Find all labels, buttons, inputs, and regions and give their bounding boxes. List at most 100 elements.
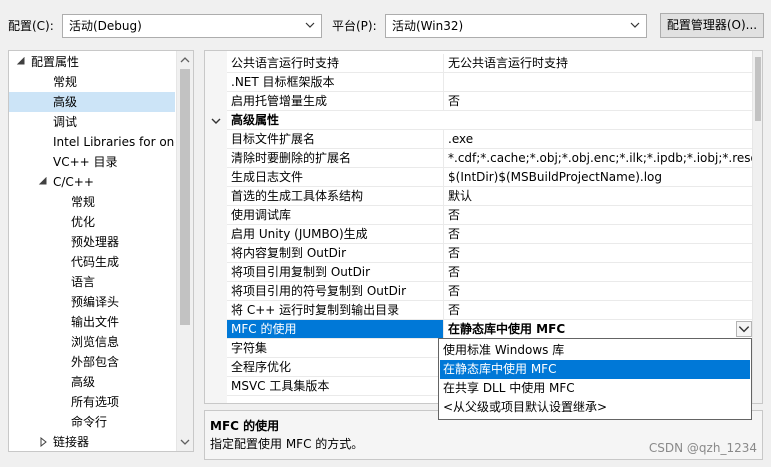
config-manager-button[interactable]: 配置管理器(O)... — [660, 13, 764, 38]
expanded-triangle-icon[interactable] — [38, 177, 48, 187]
property-name: 将项目引用复制到 OutDir — [227, 263, 443, 282]
tree-item-label: 链接器 — [53, 435, 90, 449]
property-row[interactable]: 将项目引用复制到 OutDir 否 — [205, 263, 754, 282]
tree-item[interactable]: 常规 — [9, 192, 175, 212]
platform-combobox[interactable]: 活动(Win32) — [385, 14, 647, 38]
property-name: 使用调试库 — [227, 206, 443, 225]
property-value-text: 否 — [448, 208, 461, 222]
tree-item-label: 预处理器 — [71, 235, 120, 249]
tree-item[interactable]: C/C++ — [9, 172, 175, 192]
property-row[interactable]: .NET 目标框架版本 — [205, 73, 754, 92]
tree-item[interactable]: 调试 — [9, 112, 175, 132]
property-value[interactable]: 否 — [443, 206, 754, 225]
property-page-tree[interactable]: 配置属性 常规 高级 调试 Intel Libraries for one VC++ 目录… — [8, 50, 194, 452]
collapsed-triangle-icon[interactable] — [38, 437, 48, 447]
tree-item[interactable]: 命令行 — [9, 412, 175, 432]
tree-item[interactable]: 链接器 — [9, 432, 175, 451]
tree-item[interactable]: Intel Libraries for one — [9, 132, 175, 152]
property-value[interactable]: 否 — [443, 263, 754, 282]
property-row[interactable]: 将内容复制到 OutDir 否 — [205, 244, 754, 263]
dropdown-option[interactable]: <从父级或项目默认设置继承> — [440, 398, 750, 417]
property-value[interactable]: 无公共语言运行时支持 — [443, 54, 754, 73]
tree-item[interactable]: 优化 — [9, 212, 175, 232]
grid-scrollbar[interactable] — [752, 51, 762, 403]
property-row[interactable]: 使用调试库否 — [205, 206, 754, 225]
scroll-down-icon[interactable] — [180, 437, 190, 447]
property-value[interactable]: 否 — [443, 225, 754, 244]
property-value[interactable]: 否 — [443, 92, 754, 111]
tree-item[interactable]: VC++ 目录 — [9, 152, 175, 172]
property-name: 字符集 — [227, 339, 443, 358]
tree-item-label: 常规 — [53, 75, 78, 89]
property-row[interactable]: 公共语言运行时支持 无公共语言运行时支持 — [205, 54, 754, 73]
tree-item-label: 预编译头 — [71, 295, 120, 309]
tree-scrollbar[interactable] — [176, 51, 193, 451]
expanded-triangle-icon[interactable] — [16, 57, 26, 67]
grid-scroll-thumb[interactable] — [755, 57, 761, 121]
tree-item[interactable]: 配置属性 — [9, 52, 175, 72]
tree-item-label: 优化 — [71, 215, 96, 229]
tree-scroll-thumb[interactable] — [180, 69, 190, 325]
tree-item-label: 外部包含 — [71, 355, 120, 369]
property-name: 公共语言运行时支持 — [227, 54, 443, 73]
property-row[interactable]: 首选的生成工具体系结构 默认 — [205, 187, 754, 206]
tree-item-label: 调试 — [53, 115, 78, 129]
property-category-row[interactable]: 高级属性 — [205, 111, 754, 130]
config-combobox[interactable]: 活动(Debug) — [62, 14, 322, 38]
property-name: 目标文件扩展名 — [227, 130, 443, 149]
property-value-text: 否 — [448, 94, 461, 108]
property-row[interactable]: MFC 的使用 在静态库中使用 MFC — [205, 320, 754, 339]
property-value-text: 在静态库中使用 MFC — [448, 322, 566, 336]
mfc-usage-dropdown-list[interactable]: 使用标准 Windows 库在静态库中使用 MFC 在共享 DLL 中使用 MFC… — [438, 338, 752, 420]
chevron-down-icon[interactable] — [211, 116, 221, 126]
property-name: 启用 Unity (JUMBO)生成 — [227, 225, 443, 244]
tree-item[interactable]: 所有选项 — [9, 392, 175, 412]
property-name: .NET 目标框架版本 — [227, 73, 443, 92]
chevron-down-icon — [305, 22, 315, 28]
platform-label: 平台(P): — [332, 19, 377, 33]
property-name: 将 C++ 运行时复制到输出目录 — [227, 301, 443, 320]
dropdown-option[interactable]: 在静态库中使用 MFC — [440, 360, 750, 379]
property-value[interactable]: 否 — [443, 301, 754, 320]
scroll-up-icon[interactable] — [180, 55, 190, 65]
dropdown-option[interactable]: 使用标准 Windows 库 — [440, 341, 750, 360]
property-value[interactable]: *.cdf;*.cache;*.obj;*.obj.enc;*.ilk;*.ip… — [443, 149, 754, 168]
property-value-text: *.cdf;*.cache;*.obj;*.obj.enc;*.ilk;*.ip… — [448, 151, 754, 165]
tree-item[interactable]: 高级 — [9, 92, 175, 112]
tree-item[interactable]: 输出文件 — [9, 312, 175, 332]
tree-item[interactable]: 外部包含 — [9, 352, 175, 372]
property-row[interactable]: 启用 Unity (JUMBO)生成否 — [205, 225, 754, 244]
tree-item[interactable]: 代码生成 — [9, 252, 175, 272]
property-value[interactable]: 否 — [443, 244, 754, 263]
property-row[interactable]: 清除时要删除的扩展名 *.cdf;*.cache;*.obj;*.obj.enc;… — [205, 149, 754, 168]
tree-item-label: 命令行 — [71, 415, 108, 429]
tree-item[interactable]: 预编译头 — [9, 292, 175, 312]
property-value[interactable]: 在静态库中使用 MFC — [443, 320, 754, 339]
tree-item-label: Intel Libraries for one — [53, 135, 175, 149]
property-row[interactable]: 生成日志文件 $(IntDir)$(MSBuildProjectName).log — [205, 168, 754, 187]
property-row[interactable]: 启用托管增量生成否 — [205, 92, 754, 111]
property-value[interactable] — [443, 73, 754, 92]
property-value[interactable]: 否 — [443, 282, 754, 301]
tree-item[interactable]: 浏览信息 — [9, 332, 175, 352]
property-row[interactable]: 目标文件扩展名 .exe — [205, 130, 754, 149]
property-value[interactable]: 默认 — [443, 187, 754, 206]
tree-item[interactable]: 语言 — [9, 272, 175, 292]
property-value-text: 否 — [448, 227, 461, 241]
tree-item-label: 配置属性 — [31, 55, 80, 69]
property-value[interactable]: .exe — [443, 130, 754, 149]
property-name: 将内容复制到 OutDir — [227, 244, 443, 263]
tree-item-label: 代码生成 — [71, 255, 120, 269]
tree-item[interactable]: 常规 — [9, 72, 175, 92]
property-value-text: 默认 — [448, 189, 473, 203]
tree-item[interactable]: 高级 — [9, 372, 175, 392]
property-row[interactable]: 将 C++ 运行时复制到输出目录否 — [205, 301, 754, 320]
description-title: MFC 的使用 — [210, 419, 280, 433]
tree-item[interactable]: 预处理器 — [9, 232, 175, 252]
dropdown-button[interactable] — [736, 321, 752, 337]
tree-item-label: 输出文件 — [71, 315, 120, 329]
property-row[interactable]: 将项目引用的符号复制到 OutDir 否 — [205, 282, 754, 301]
dropdown-option[interactable]: 在共享 DLL 中使用 MFC — [440, 379, 750, 398]
property-name: MFC 的使用 — [227, 320, 443, 339]
property-value[interactable]: $(IntDir)$(MSBuildProjectName).log — [443, 168, 754, 187]
